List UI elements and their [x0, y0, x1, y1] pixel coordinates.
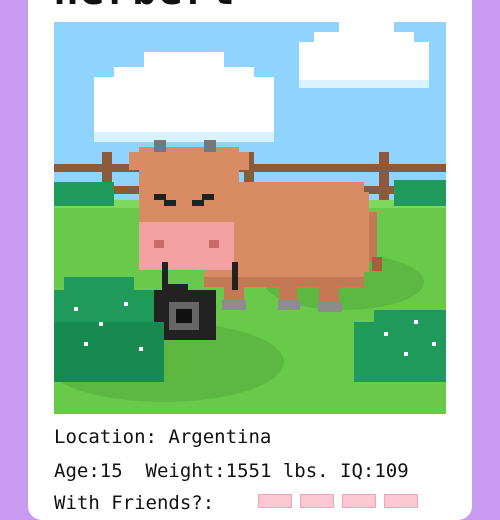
hearts-meter — [258, 494, 418, 508]
heart-icon — [384, 494, 418, 508]
heart-icon — [300, 494, 334, 508]
heart-icon — [342, 494, 376, 508]
animal-name: Herbert — [54, 0, 237, 14]
location-value: Argentina — [168, 426, 272, 448]
cow-photo — [54, 22, 446, 414]
age-label: Age: — [54, 460, 100, 482]
weight-label: Weight: — [145, 460, 226, 482]
location-label: Location: — [54, 426, 157, 448]
bush-icon — [54, 277, 164, 382]
pixel-scene — [54, 22, 446, 414]
heart-icon — [258, 494, 292, 508]
iq-label: IQ: — [340, 460, 375, 482]
age-value: 15 — [99, 460, 123, 482]
third-row-label: With Friends?: — [54, 492, 215, 514]
stats-line: Age:15 Weight:1551 lbs. IQ:109 — [54, 460, 409, 482]
iq-value: 109 — [374, 460, 409, 482]
weight-value: 1551 lbs. — [225, 460, 329, 482]
location-line: Location: Argentina — [54, 426, 271, 448]
